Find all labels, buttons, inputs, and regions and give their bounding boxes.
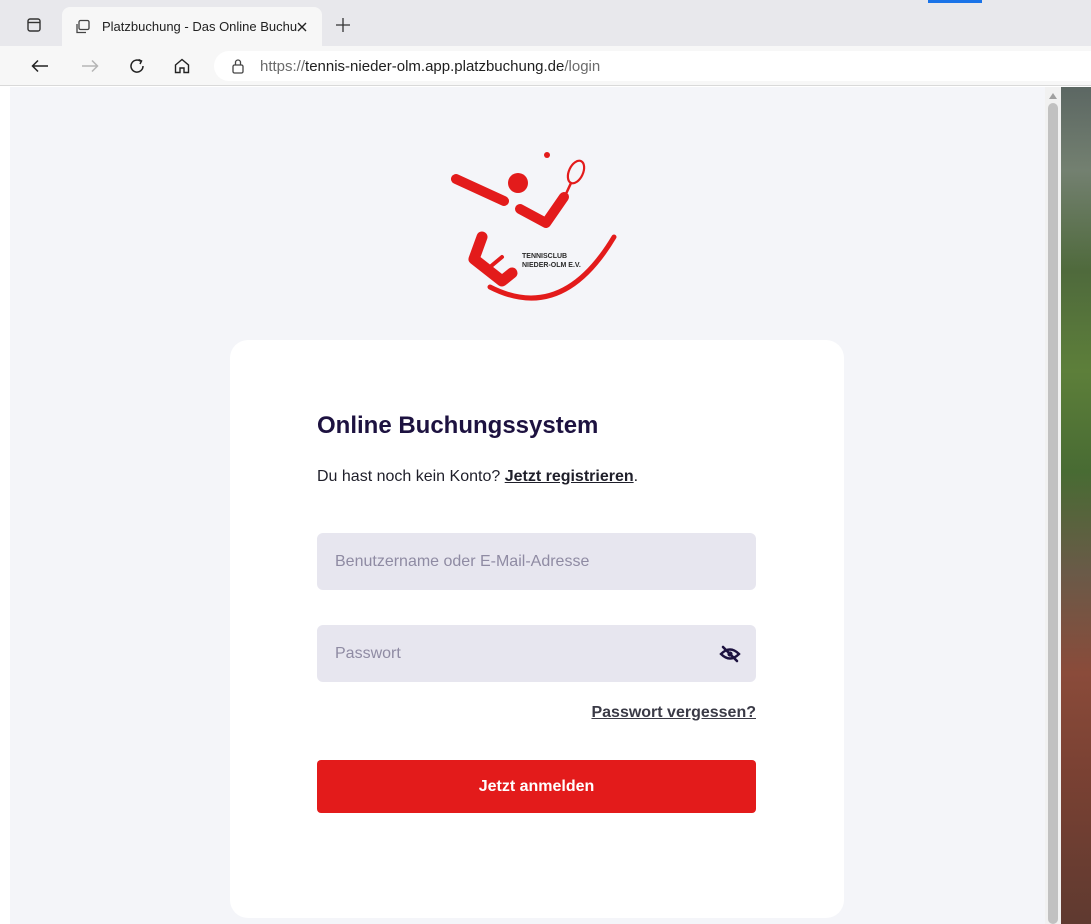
logo-line1: TENNISCLUB: [522, 253, 567, 260]
address-bar[interactable]: https://tennis-nieder-olm.app.platzbuchu…: [214, 51, 1091, 81]
no-account-text: Du hast noch kein Konto?: [317, 468, 501, 485]
logo-line2: NIEDER-OLM E.V.: [522, 262, 581, 269]
browser-tab-bar: Platzbuchung - Das Online Buchu: [0, 0, 1091, 46]
tabbar-accent: [928, 0, 982, 3]
page-viewport: TENNISCLUB NIEDER-OLM E.V. Online Buchun…: [0, 87, 1091, 924]
username-field-wrapper: [317, 533, 756, 590]
toggle-password-button[interactable]: [718, 642, 742, 666]
url-domain: tennis-nieder-olm.app.platzbuchung.de: [305, 57, 565, 75]
home-icon: [174, 58, 190, 74]
tennis-player-icon: [451, 152, 617, 301]
forward-button[interactable]: [76, 52, 104, 80]
login-button[interactable]: Jetzt anmelden: [317, 760, 756, 813]
plus-icon: [336, 18, 350, 32]
eye-slash-icon: [719, 645, 741, 663]
lock-icon: [230, 58, 246, 74]
register-prompt: Du hast noch kein Konto? Jetzt registrie…: [317, 468, 638, 486]
tab-active[interactable]: Platzbuchung - Das Online Buchu: [62, 7, 322, 46]
tab-actions-button[interactable]: [22, 14, 46, 36]
background-photo: [1061, 87, 1091, 924]
login-card: Online Buchungssystem Du hast noch kein …: [230, 340, 844, 918]
password-field-wrapper: [317, 625, 756, 682]
club-logo: TENNISCLUB NIEDER-OLM E.V.: [451, 152, 617, 301]
close-icon: [297, 22, 307, 32]
forgot-password-link[interactable]: Passwort vergessen?: [591, 704, 756, 722]
new-tab-button[interactable]: [330, 12, 356, 38]
arrow-left-icon: [31, 59, 48, 73]
browser-toolbar: https://tennis-nieder-olm.app.platzbuchu…: [0, 46, 1091, 86]
page-scrollbar[interactable]: [1045, 87, 1061, 924]
reload-button[interactable]: [123, 52, 151, 80]
username-input[interactable]: [317, 533, 756, 590]
url-prefix: https://: [260, 57, 306, 75]
url-text: https://tennis-nieder-olm.app.platzbuchu…: [260, 58, 600, 75]
back-button[interactable]: [26, 52, 54, 80]
tab-actions-icon: [27, 18, 41, 32]
reload-icon: [130, 58, 144, 73]
url-path: /login: [564, 57, 601, 75]
scroll-thumb[interactable]: [1048, 103, 1058, 924]
home-button[interactable]: [168, 52, 196, 80]
tab-favicon-icon: [74, 18, 92, 36]
scroll-up-button[interactable]: [1045, 89, 1061, 103]
register-suffix: .: [633, 468, 639, 485]
arrow-right-icon: [82, 59, 99, 73]
tab-close-button[interactable]: [292, 17, 312, 37]
page-title: Online Buchungssystem: [317, 412, 599, 439]
register-link[interactable]: Jetzt registrieren: [505, 468, 634, 485]
password-input[interactable]: [317, 625, 756, 682]
triangle-up-icon: [1049, 93, 1057, 99]
login-panel: TENNISCLUB NIEDER-OLM E.V. Online Buchun…: [10, 87, 1045, 924]
tab-title: Platzbuchung - Das Online Buchu: [102, 19, 298, 34]
